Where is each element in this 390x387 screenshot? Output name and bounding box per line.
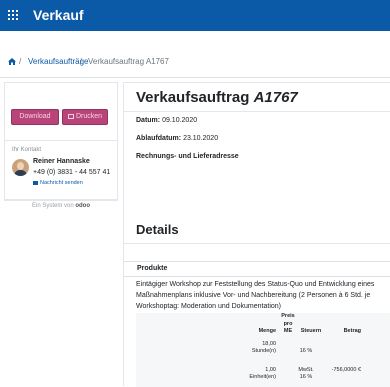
breadcrumb-separator: / [19, 57, 22, 66]
row-1-unit: Stunde(n) [251, 348, 276, 354]
app-title[interactable]: Verkauf [33, 7, 84, 23]
row-2-unit: Einheit(en) [249, 374, 276, 380]
divider [124, 243, 390, 244]
expiry-date-value: 23.10.2020 [183, 135, 219, 142]
row-1-quantity: 18,00 [262, 341, 276, 347]
sidebar: Download Drucken Ihr Kontakt Reiner Hann… [4, 82, 118, 211]
breadcrumb: / Verkaufsaufträge / Verkaufsauftrag A17… [0, 53, 390, 71]
column-quantity: Menge [258, 328, 276, 334]
avatar [12, 159, 29, 176]
column-price-line2: pro [283, 321, 293, 327]
print-icon [67, 113, 74, 119]
page-title: Verkaufsauftrag A1767 [136, 89, 298, 106]
order-date-value: 09.10.2020 [162, 117, 198, 124]
contact-phone: +49 (0) 3831 - 44 557 41 [33, 169, 111, 176]
download-button[interactable]: Download [11, 109, 59, 125]
send-message-link[interactable]: Nachricht senden [33, 180, 83, 186]
order-lines-table: Menge Preis pro ME Steuern Betrag 18,00 … [136, 313, 390, 387]
row-2-quantity: 1,00 [265, 367, 276, 373]
column-taxes: Steuern [300, 328, 322, 334]
row-1-tax: 16 % [299, 348, 313, 354]
products-header: Produkte [124, 261, 390, 277]
row-2-amount: -756,0000 € [331, 367, 361, 373]
breadcrumb-separator: / [80, 57, 83, 66]
print-button[interactable]: Drucken [62, 109, 108, 125]
odoo-logo[interactable]: odoo [75, 203, 90, 209]
order-date-label: Datum: [136, 117, 161, 124]
column-price-line1: Preis [281, 313, 295, 319]
order-reference: A1767 [253, 89, 298, 106]
title-prefix: Verkaufsauftrag [136, 89, 250, 106]
send-message-label: Nachricht senden [40, 180, 83, 186]
expiry-date-label: Ablaufdatum: [136, 135, 182, 142]
product-description: Eintägiger Workshop zur Feststellung des… [136, 281, 375, 310]
print-button-label: Drucken [75, 113, 103, 120]
document-panel: Verkaufsauftrag A1767 Datum: 09.10.2020 … [123, 82, 390, 387]
envelope-icon [33, 180, 38, 185]
contact-heading: Ihr Kontakt [12, 147, 42, 153]
order-date: Datum: 09.10.2020 [136, 117, 197, 124]
address-heading: Rechnungs- und Lieferadresse [136, 153, 239, 160]
expiry-date: Ablaufdatum: 23.10.2020 [136, 135, 218, 142]
top-navbar: Verkauf [0, 0, 390, 31]
actions-box: Download Drucken [4, 82, 118, 140]
contact-name: Reiner Hannaske [33, 158, 90, 165]
column-price-line3: ME [283, 328, 293, 334]
breadcrumb-current: Verkaufsauftrag A1767 [88, 57, 169, 66]
divider [124, 111, 390, 112]
details-title: Details [136, 222, 179, 237]
powered-by: Ein System von odoo [4, 200, 118, 211]
products-header-label: Produkte [137, 265, 168, 272]
contact-card: Ihr Kontakt Reiner Hannaske +49 (0) 3831… [4, 140, 118, 200]
grid-icon[interactable] [8, 10, 18, 20]
row-2-tax-rate: 16 % [299, 374, 313, 380]
divider [0, 77, 390, 78]
column-amount: Betrag [343, 328, 361, 334]
powered-by-prefix: Ein System von [31, 203, 74, 209]
row-2-tax: MwSt. [298, 367, 314, 373]
home-icon[interactable] [8, 58, 16, 65]
